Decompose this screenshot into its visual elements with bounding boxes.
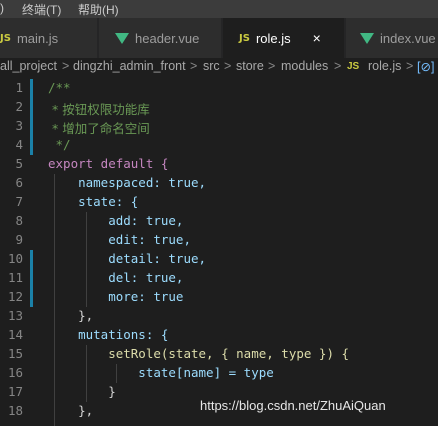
symbol-icon[interactable]: [⊘] [417,59,434,74]
menu-item-help[interactable]: 帮助(H) [78,1,119,18]
breadcrumb-item[interactable]: role.js [368,59,401,73]
code-line: 4 */ [0,136,438,155]
code-line: 1 /** [0,79,438,98]
js-file-icon: JS [347,61,360,72]
tab-role-js[interactable]: JS role.js × [223,18,345,58]
code-text: namespaced: true, [48,175,207,190]
code-text: * 按钮权限功能库 [48,102,150,117]
line-number: 18 [7,403,23,418]
line-number: 7 [15,194,23,209]
code-text: state: { [48,194,139,209]
menu-item-prev[interactable]: ) [0,1,4,15]
tab-index-vue[interactable]: index.vue [346,18,438,58]
line-number: 8 [15,213,23,228]
code-editor[interactable]: 1 /** 2 * 按钮权限功能库 3 * 增加了命名空间 4 */ 5 exp… [0,79,438,426]
code-text: state[name] = type [48,365,274,380]
tab-header-vue[interactable]: header.vue [99,18,222,58]
js-file-icon: JS [0,32,11,44]
line-number: 11 [7,270,23,285]
line-number: 14 [7,327,23,342]
tab-label: main.js [16,30,59,46]
line-number: 17 [7,384,23,399]
code-line: 2 * 按钮权限功能库 [0,98,438,117]
code-text: del: true, [48,270,184,285]
js-file-icon: JS [239,32,250,44]
breadcrumb-separator: > [224,59,232,73]
breadcrumb-item[interactable]: dingzhi_admin_front [73,59,186,73]
close-icon[interactable]: × [313,30,321,46]
line-number: 2 [15,99,23,114]
breadcrumb-item[interactable]: store [236,59,264,73]
code-text: add: true, [48,213,184,228]
line-number: 1 [15,80,23,95]
code-line: 6 namespaced: true, [0,174,438,193]
code-text: * 增加了命名空间 [48,121,150,136]
menu-bar: ) 终端(T) 帮助(H) [0,0,438,18]
line-number: 5 [15,156,23,171]
code-text: detail: true, [48,251,207,266]
code-line: 3 * 增加了命名空间 [0,117,438,136]
code-text: edit: true, [48,232,191,247]
breadcrumb-separator: > [62,59,70,73]
code-text: }, [48,403,94,418]
code-text: export default { [48,156,169,171]
code-text: }, [48,308,94,323]
code-text: } [48,384,116,399]
breadcrumb: all_project > dingzhi_admin_front > src … [0,58,438,78]
line-number: 4 [15,137,23,152]
line-number: 9 [15,232,23,247]
vue-file-icon [115,32,129,44]
tab-bar: JS main.js header.vue JS role.js × index… [0,18,438,58]
tab-label: header.vue [135,30,200,46]
code-line: 14 mutations: { [0,326,438,345]
code-line: 15 setRole(state, { name, type }) { [0,345,438,364]
tab-label: index.vue [380,30,436,46]
breadcrumb-item[interactable]: all_project [0,59,57,73]
line-number: 12 [7,289,23,304]
code-line: 7 state: { [0,193,438,212]
line-number: 10 [7,251,23,266]
line-number: 16 [7,365,23,380]
line-number: 15 [7,346,23,361]
vue-file-icon [360,32,374,44]
line-number: 13 [7,308,23,323]
menu-item-terminal[interactable]: 终端(T) [22,1,61,18]
code-line: 11 del: true, [0,269,438,288]
breadcrumb-separator: > [334,59,342,73]
breadcrumb-separator: > [190,59,198,73]
breadcrumb-item[interactable]: src [203,59,220,73]
breadcrumb-separator: > [268,59,276,73]
code-line: 5 export default { [0,155,438,174]
tab-main-js[interactable]: JS main.js [0,18,98,58]
code-text: more: true [48,289,184,304]
breadcrumb-separator: > [406,59,414,73]
code-text: mutations: { [48,327,169,342]
code-line: 13 }, [0,307,438,326]
code-text: setRole(state, { name, type }) { [48,346,350,361]
line-number: 6 [15,175,23,190]
code-line: 8 add: true, [0,212,438,231]
code-text: /** [48,80,71,95]
code-line: 10 detail: true, [0,250,438,269]
code-line: 9 edit: true, [0,231,438,250]
watermark: https://blog.csdn.net/ZhuAiQuan [200,398,386,413]
code-line: 16 state[name] = type [0,364,438,383]
code-text: */ [48,137,71,152]
breadcrumb-item[interactable]: modules [281,59,328,73]
tab-label: role.js [255,30,291,46]
line-number: 3 [15,118,23,133]
code-line: 12 more: true [0,288,438,307]
